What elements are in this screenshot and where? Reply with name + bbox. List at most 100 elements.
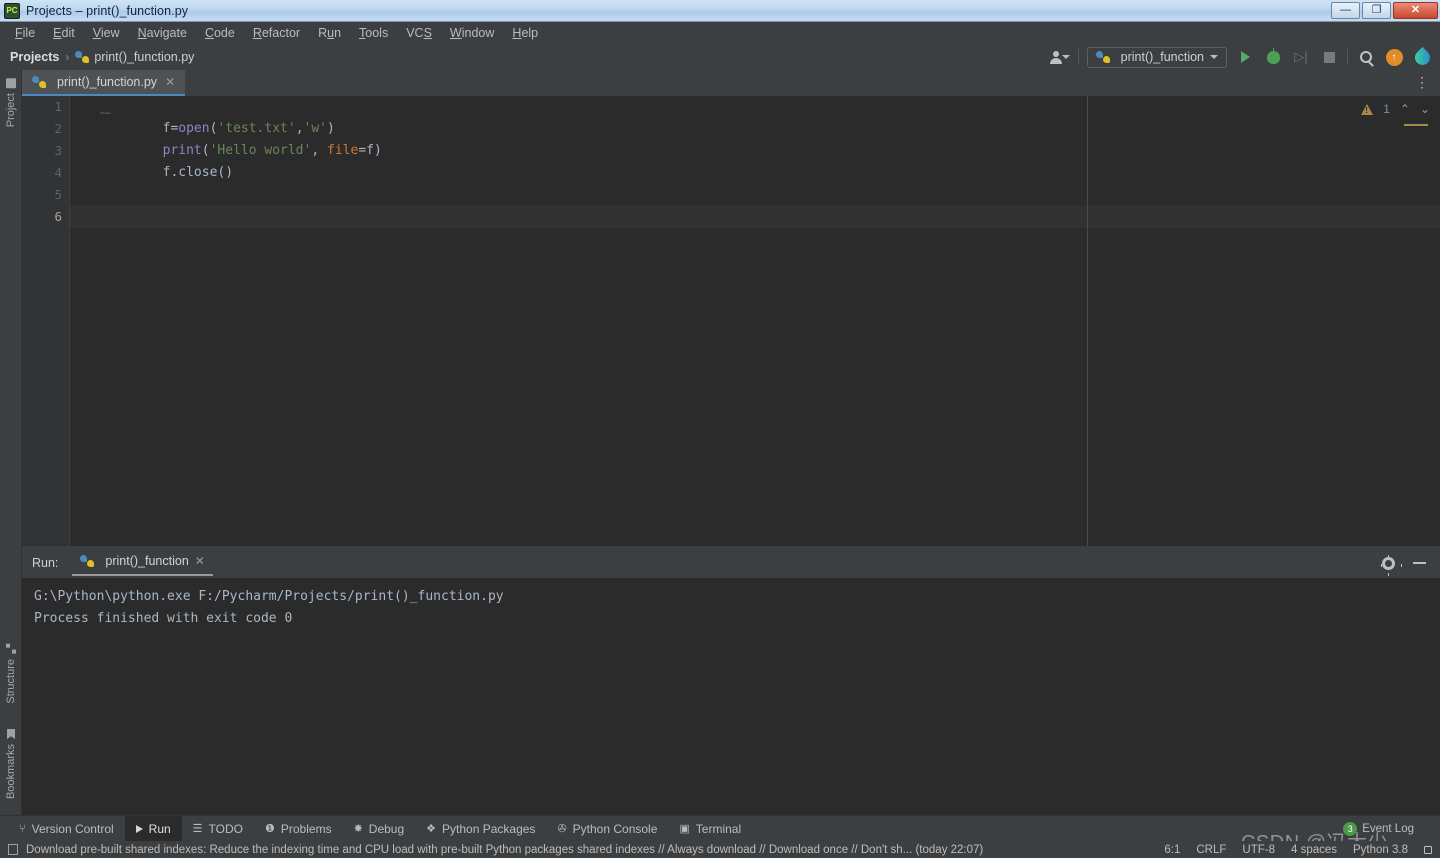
code-line-1: f=open('test.txt','w') bbox=[100, 96, 335, 136]
chevron-down-icon[interactable]: ⌄ bbox=[1420, 102, 1430, 116]
menu-code[interactable]: Code bbox=[196, 24, 244, 42]
divider bbox=[1077, 49, 1079, 65]
line-separator[interactable]: CRLF bbox=[1196, 844, 1226, 856]
restore-button[interactable]: ❐ bbox=[1362, 2, 1391, 19]
chevron-up-icon[interactable]: ⌃ bbox=[1400, 102, 1410, 116]
run-button[interactable] bbox=[1235, 47, 1255, 67]
run-tab-print-function[interactable]: print()_function ✕ bbox=[72, 550, 213, 576]
line-number-current: 6 bbox=[54, 209, 62, 224]
event-log-widget[interactable]: 3 Event Log bbox=[1343, 822, 1414, 836]
error-stripe-marker[interactable] bbox=[1404, 124, 1428, 126]
bottom-tab-python-console[interactable]: ✇ Python Console bbox=[546, 816, 668, 842]
arrow-up-icon: ↑ bbox=[1385, 48, 1403, 66]
lock-icon[interactable] bbox=[1424, 845, 1432, 854]
python-icon: ✇ bbox=[557, 823, 567, 835]
bottom-tab-debug[interactable]: ✸ Debug bbox=[343, 816, 416, 842]
menu-vcs[interactable]: VCS bbox=[397, 24, 441, 42]
sidebar-item-project[interactable]: Project bbox=[0, 74, 22, 131]
python-file-icon bbox=[75, 50, 90, 64]
search-everywhere-button[interactable] bbox=[1356, 47, 1376, 67]
breadcrumb-file[interactable]: print()_function.py bbox=[75, 50, 194, 64]
menu-refactor[interactable]: Refactor bbox=[244, 24, 309, 42]
bottom-tab-run[interactable]: Run bbox=[124, 815, 182, 842]
search-icon bbox=[1360, 51, 1372, 63]
run-console[interactable]: G:\Python\python.exe F:/Pycharm/Projects… bbox=[22, 578, 1440, 815]
minimize-button[interactable]: — bbox=[1331, 2, 1360, 19]
caret-position[interactable]: 6:1 bbox=[1164, 844, 1180, 856]
bottom-tab-label: Debug bbox=[368, 821, 405, 836]
menu-edit[interactable]: Edit bbox=[44, 24, 84, 42]
inspection-widget[interactable]: 1 ⌃ ⌄ bbox=[1361, 102, 1430, 116]
code-token: file bbox=[327, 143, 359, 158]
run-configuration-selector[interactable]: print()_function bbox=[1086, 46, 1227, 68]
minimize-icon[interactable] bbox=[1413, 562, 1426, 564]
play-icon bbox=[135, 824, 143, 833]
menu-file[interactable]: File bbox=[6, 24, 44, 42]
run-window-actions bbox=[1382, 548, 1426, 578]
navbar-actions: print()_function ▷| ↑ bbox=[1049, 44, 1433, 70]
stop-button[interactable] bbox=[1319, 47, 1339, 67]
line-number: 3 bbox=[54, 143, 62, 158]
bottom-tab-label: Version Control bbox=[31, 821, 114, 836]
packages-icon: ❖ bbox=[426, 823, 437, 835]
editor-tab-print-function[interactable]: print()_function.py ✕ bbox=[22, 70, 186, 96]
editor-options-icon[interactable]: ⋮ bbox=[1415, 74, 1430, 91]
menu-tools[interactable]: Tools bbox=[350, 24, 397, 42]
warning-icon bbox=[1361, 103, 1374, 115]
stop-icon bbox=[1323, 51, 1335, 63]
run-tab-label: print()_function bbox=[105, 554, 189, 568]
status-bar-right: 6:1 CRLF UTF-8 4 spaces Python 3.8 bbox=[1164, 844, 1432, 856]
error-icon: ❶ bbox=[265, 823, 275, 835]
menu-run[interactable]: Run bbox=[309, 24, 350, 42]
indent-setting[interactable]: 4 spaces bbox=[1291, 844, 1337, 856]
bottom-tab-problems[interactable]: ❶ Problems bbox=[254, 816, 343, 842]
line-number: 1 bbox=[54, 99, 62, 114]
code-text-area[interactable]: f=open('test.txt','w') ~~ print('Hello w… bbox=[70, 96, 1440, 546]
bottom-tab-todo[interactable]: ☰ TODO bbox=[182, 816, 254, 842]
file-encoding[interactable]: UTF-8 bbox=[1242, 844, 1275, 856]
code-token: =f) bbox=[358, 143, 382, 158]
editor-gutter[interactable]: 1 2 3 4 5 6 bbox=[22, 96, 70, 546]
folder-icon bbox=[6, 78, 16, 88]
menu-bar: File Edit View Navigate Code Refactor Ru… bbox=[0, 22, 1440, 44]
menu-navigate[interactable]: Navigate bbox=[129, 24, 196, 42]
python-interpreter[interactable]: Python 3.8 bbox=[1353, 844, 1408, 856]
bottom-tool-bar: ⑂ Version Control Run ☰ TODO ❶ Problems … bbox=[0, 815, 1440, 842]
menu-view[interactable]: View bbox=[84, 24, 129, 42]
bottom-tab-version-control[interactable]: ⑂ Version Control bbox=[8, 816, 125, 842]
sidebar-item-bookmarks[interactable]: Bookmarks bbox=[0, 725, 22, 803]
bottom-tab-terminal[interactable]: ▣ Terminal bbox=[668, 816, 752, 842]
ai-assistant-button[interactable] bbox=[1411, 46, 1433, 68]
code-token: , bbox=[311, 143, 327, 158]
run-tool-window-header: Run: print()_function ✕ bbox=[22, 548, 1440, 578]
gear-icon[interactable] bbox=[1382, 554, 1395, 570]
breadcrumb-projects[interactable]: Projects bbox=[10, 50, 59, 64]
bottom-tab-label: Terminal bbox=[695, 821, 742, 836]
account-icon[interactable] bbox=[1049, 47, 1070, 67]
tool-window-label: Structure bbox=[5, 659, 17, 704]
run-window-label: Run: bbox=[32, 556, 59, 570]
menu-help[interactable]: Help bbox=[503, 24, 547, 42]
window-title: Projects – print()_function.py bbox=[26, 3, 189, 18]
title-bar: PC Projects – print()_function.py — ❐ ✕ bbox=[0, 0, 1440, 22]
warning-squiggle: ~~ bbox=[100, 109, 111, 119]
python-file-icon bbox=[80, 554, 95, 568]
structure-icon bbox=[6, 644, 16, 654]
menu-window[interactable]: Window bbox=[441, 24, 503, 42]
warning-count: 1 bbox=[1383, 102, 1390, 116]
status-message[interactable]: Download pre-built shared indexes: Reduc… bbox=[8, 844, 983, 856]
code-editor[interactable]: 1 2 3 4 5 6 f=open('test.txt','w') ~~ pr… bbox=[22, 96, 1440, 546]
close-button[interactable]: ✕ bbox=[1393, 2, 1438, 19]
status-bar: Download pre-built shared indexes: Reduc… bbox=[0, 841, 1440, 858]
debug-button[interactable] bbox=[1263, 47, 1283, 67]
bottom-tab-python-packages[interactable]: ❖ Python Packages bbox=[415, 816, 546, 842]
close-icon[interactable]: ✕ bbox=[165, 75, 175, 89]
event-log-label: Event Log bbox=[1362, 823, 1414, 835]
close-icon[interactable]: ✕ bbox=[195, 554, 205, 568]
event-log-count: 3 bbox=[1343, 822, 1358, 836]
run-coverage-button[interactable]: ▷| bbox=[1291, 47, 1311, 67]
run-configuration-label: print()_function bbox=[1120, 50, 1204, 64]
updates-button[interactable]: ↑ bbox=[1384, 47, 1404, 67]
navigation-bar: Projects › print()_function.py print()_f… bbox=[0, 44, 1440, 70]
sidebar-item-structure[interactable]: Structure bbox=[0, 640, 22, 708]
